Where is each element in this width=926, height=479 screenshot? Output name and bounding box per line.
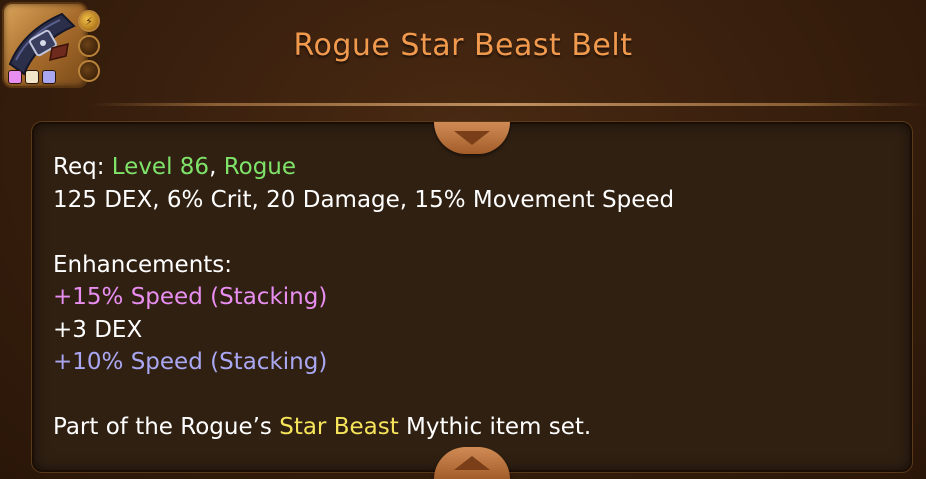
stats-line: 125 DEX, 6% Crit, 20 Damage, 15% Movemen… [53,186,675,213]
gem-row [8,70,56,84]
req-separator: , [209,154,224,180]
divider [90,103,926,106]
chevron-up-icon [454,456,490,470]
requirements-line: Req: Level 86, Rogue [53,151,674,184]
item-title: Rogue Star Beast Belt [293,28,633,63]
set-prefix: Part of the Rogue’s [53,414,280,440]
item-description: Req: Level 86, Rogue 125 DEX, 6% Crit, 2… [53,151,674,444]
socket-empty-icon[interactable] [78,60,100,82]
gem-pink [8,70,22,84]
enhancement-item: +15% Speed (Stacking) [53,284,328,310]
req-level: Level 86 [111,154,210,180]
enhancements-header: Enhancements: [53,251,233,278]
req-label: Req: [53,154,112,180]
set-info-line: Part of the Rogue’s Star Beast Mythic it… [53,411,674,444]
chevron-down-icon [454,131,490,145]
enhancement-item: +10% Speed (Stacking) [53,349,328,375]
enhancement-item: +3 DEX [53,316,143,343]
req-class: Rogue [223,154,297,180]
set-suffix: Mythic item set. [398,414,592,440]
gem-white [25,70,39,84]
set-name: Star Beast [279,414,399,440]
gem-blue [42,70,56,84]
